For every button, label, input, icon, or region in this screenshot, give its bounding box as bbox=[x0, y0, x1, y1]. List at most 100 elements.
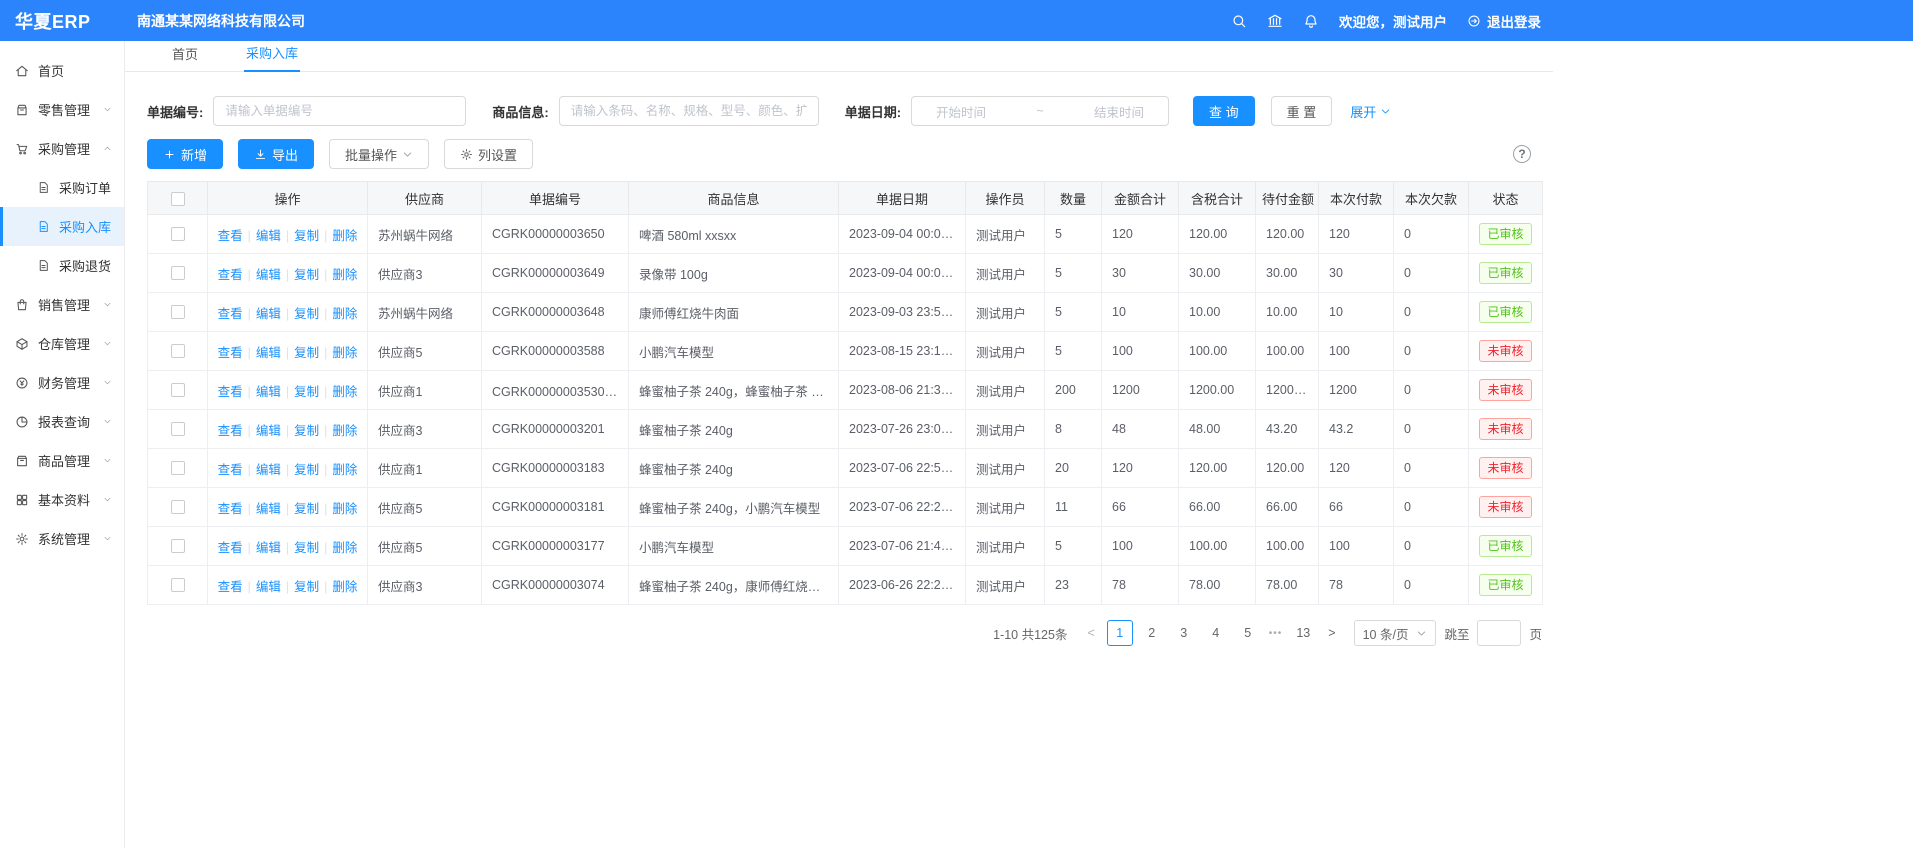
row-action-delete[interactable]: 删除 bbox=[332, 307, 357, 321]
row-action-copy[interactable]: 复制 bbox=[294, 268, 319, 282]
row-action-delete[interactable]: 删除 bbox=[332, 580, 357, 594]
column-header[interactable]: 商品信息 bbox=[629, 182, 839, 215]
help-icon[interactable]: ? bbox=[1513, 145, 1531, 163]
row-action-edit[interactable]: 编辑 bbox=[256, 385, 281, 399]
bell-icon[interactable] bbox=[1303, 13, 1319, 29]
row-action-delete[interactable]: 删除 bbox=[332, 385, 357, 399]
row-action-copy[interactable]: 复制 bbox=[294, 424, 319, 438]
page-button-3[interactable]: 3 bbox=[1171, 620, 1197, 646]
sidebar-item-sale[interactable]: 销售管理 bbox=[0, 285, 124, 324]
row-action-copy[interactable]: 复制 bbox=[294, 346, 319, 360]
row-checkbox[interactable] bbox=[171, 500, 185, 514]
row-action-view[interactable]: 查看 bbox=[218, 541, 243, 555]
row-action-delete[interactable]: 删除 bbox=[332, 502, 357, 516]
expand-link[interactable]: 展开 bbox=[1350, 102, 1391, 121]
page-button-5[interactable]: 5 bbox=[1235, 620, 1261, 646]
row-action-copy[interactable]: 复制 bbox=[294, 307, 319, 321]
select-all-checkbox[interactable] bbox=[171, 192, 185, 206]
row-action-delete[interactable]: 删除 bbox=[332, 463, 357, 477]
sidebar-item-warehouse[interactable]: 仓库管理 bbox=[0, 324, 124, 363]
row-action-view[interactable]: 查看 bbox=[218, 502, 243, 516]
page-button-2[interactable]: 2 bbox=[1139, 620, 1165, 646]
row-action-view[interactable]: 查看 bbox=[218, 229, 243, 243]
column-header[interactable]: 操作 bbox=[208, 182, 368, 215]
row-action-copy[interactable]: 复制 bbox=[294, 541, 319, 555]
row-action-view[interactable]: 查看 bbox=[218, 424, 243, 438]
row-checkbox[interactable] bbox=[171, 383, 185, 397]
goods-info-input[interactable] bbox=[559, 96, 819, 126]
row-action-view[interactable]: 查看 bbox=[218, 346, 243, 360]
row-action-view[interactable]: 查看 bbox=[218, 268, 243, 282]
bank-icon[interactable] bbox=[1267, 13, 1283, 29]
row-checkbox[interactable] bbox=[171, 461, 185, 475]
page-ellipsis[interactable]: ••• bbox=[1267, 628, 1285, 639]
column-header[interactable]: 数量 bbox=[1045, 182, 1102, 215]
row-action-delete[interactable]: 删除 bbox=[332, 346, 357, 360]
row-action-edit[interactable]: 编辑 bbox=[256, 502, 281, 516]
page-size-select[interactable]: 10 条/页 bbox=[1354, 620, 1437, 646]
row-action-delete[interactable]: 删除 bbox=[332, 424, 357, 438]
add-button[interactable]: 新增 bbox=[147, 139, 223, 169]
row-action-copy[interactable]: 复制 bbox=[294, 580, 319, 594]
sidebar-item-goods[interactable]: 商品管理 bbox=[0, 441, 124, 480]
row-action-view[interactable]: 查看 bbox=[218, 307, 243, 321]
column-header[interactable]: 含税合计 bbox=[1179, 182, 1256, 215]
column-header[interactable]: 待付金额 bbox=[1256, 182, 1319, 215]
row-checkbox[interactable] bbox=[171, 422, 185, 436]
column-header[interactable]: 金额合计 bbox=[1102, 182, 1179, 215]
sidebar-item-home[interactable]: 首页 bbox=[0, 51, 124, 90]
row-action-view[interactable]: 查看 bbox=[218, 580, 243, 594]
sidebar-item-basic[interactable]: 基本资料 bbox=[0, 480, 124, 519]
row-checkbox[interactable] bbox=[171, 305, 185, 319]
column-header[interactable]: 本次付款 bbox=[1319, 182, 1394, 215]
sidebar-item-purchase-return[interactable]: 采购退货 bbox=[0, 246, 124, 285]
next-page-button[interactable]: > bbox=[1324, 626, 1339, 640]
page-button-4[interactable]: 4 bbox=[1203, 620, 1229, 646]
row-action-delete[interactable]: 删除 bbox=[332, 229, 357, 243]
jump-page-input[interactable] bbox=[1477, 620, 1521, 646]
row-action-edit[interactable]: 编辑 bbox=[256, 463, 281, 477]
batch-actions-button[interactable]: 批量操作 bbox=[329, 139, 429, 169]
row-action-edit[interactable]: 编辑 bbox=[256, 424, 281, 438]
bill-no-input[interactable] bbox=[213, 96, 466, 126]
row-action-delete[interactable]: 删除 bbox=[332, 268, 357, 282]
row-action-edit[interactable]: 编辑 bbox=[256, 229, 281, 243]
row-action-edit[interactable]: 编辑 bbox=[256, 541, 281, 555]
row-checkbox[interactable] bbox=[171, 227, 185, 241]
row-checkbox[interactable] bbox=[171, 539, 185, 553]
sidebar-item-retail[interactable]: 零售管理 bbox=[0, 90, 124, 129]
row-action-copy[interactable]: 复制 bbox=[294, 385, 319, 399]
row-action-edit[interactable]: 编辑 bbox=[256, 307, 281, 321]
column-header[interactable]: 本次欠款 bbox=[1394, 182, 1469, 215]
tab-home[interactable]: 首页 bbox=[170, 44, 200, 71]
tab-purchase-in[interactable]: 采购入库 bbox=[244, 43, 300, 72]
date-range-input[interactable]: 开始时间 ~ 结束时间 bbox=[911, 96, 1169, 126]
row-checkbox[interactable] bbox=[171, 266, 185, 280]
row-checkbox[interactable] bbox=[171, 344, 185, 358]
page-button-13[interactable]: 13 bbox=[1290, 620, 1316, 646]
row-action-delete[interactable]: 删除 bbox=[332, 541, 357, 555]
reset-button[interactable]: 重 置 bbox=[1271, 96, 1333, 126]
sidebar-item-purchase[interactable]: 采购管理 bbox=[0, 129, 124, 168]
search-icon[interactable] bbox=[1231, 13, 1247, 29]
search-button[interactable]: 查 询 bbox=[1193, 96, 1255, 126]
sidebar-item-purchase-order[interactable]: 采购订单 bbox=[0, 168, 124, 207]
logout-button[interactable]: 退出登录 bbox=[1467, 11, 1541, 31]
sidebar-item-system[interactable]: 系统管理 bbox=[0, 519, 124, 558]
row-action-copy[interactable]: 复制 bbox=[294, 229, 319, 243]
row-checkbox[interactable] bbox=[171, 578, 185, 592]
row-action-edit[interactable]: 编辑 bbox=[256, 346, 281, 360]
export-button[interactable]: 导出 bbox=[238, 139, 314, 169]
sidebar-item-finance[interactable]: 财务管理 bbox=[0, 363, 124, 402]
row-action-copy[interactable]: 复制 bbox=[294, 463, 319, 477]
row-action-edit[interactable]: 编辑 bbox=[256, 580, 281, 594]
row-action-view[interactable]: 查看 bbox=[218, 385, 243, 399]
row-action-edit[interactable]: 编辑 bbox=[256, 268, 281, 282]
row-action-copy[interactable]: 复制 bbox=[294, 502, 319, 516]
prev-page-button[interactable]: < bbox=[1083, 626, 1098, 640]
column-header[interactable]: 单据编号 bbox=[482, 182, 629, 215]
column-header[interactable]: 状态 bbox=[1469, 182, 1543, 215]
column-header[interactable]: 操作员 bbox=[966, 182, 1045, 215]
row-action-view[interactable]: 查看 bbox=[218, 463, 243, 477]
sidebar-item-report[interactable]: 报表查询 bbox=[0, 402, 124, 441]
